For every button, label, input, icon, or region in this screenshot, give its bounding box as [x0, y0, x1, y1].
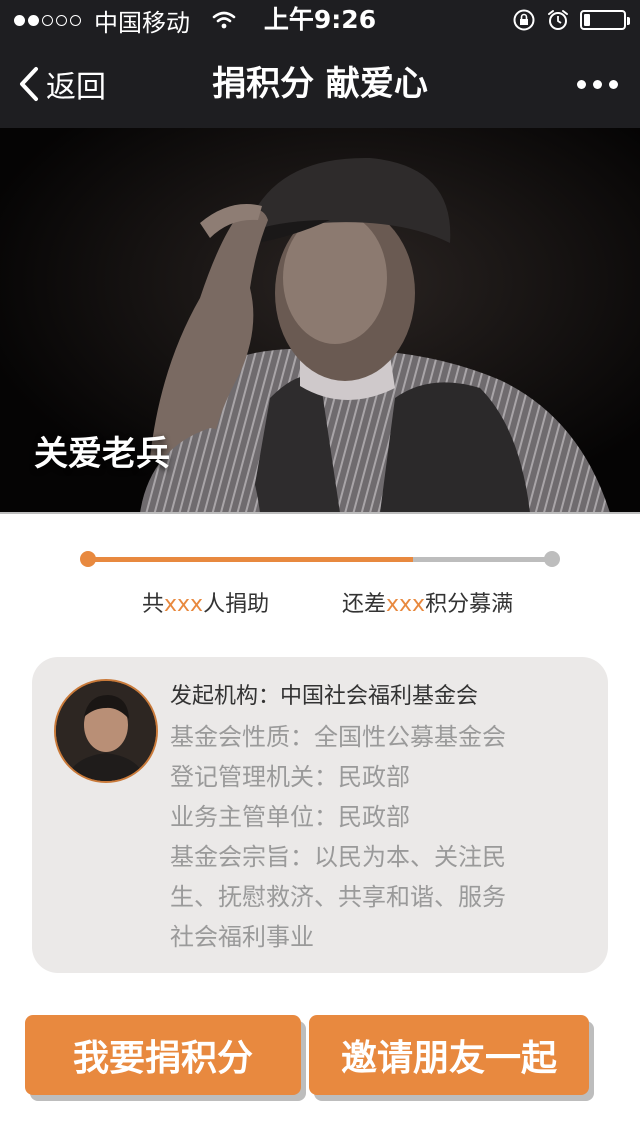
remaining-prefix: 还差 — [342, 592, 387, 617]
organization-card: 发起机构：中国社会福利基金会 基金会性质：全国性公募基金会 登记管理机关：民政部… — [32, 657, 608, 973]
donate-points-button[interactable]: 我要捐积分 — [25, 1015, 301, 1095]
progress-start-knob — [80, 551, 96, 567]
battery-icon — [580, 10, 630, 30]
page-title: 捐积分 献爱心 — [212, 64, 428, 104]
remaining-value: xxx — [386, 592, 426, 617]
remaining-suffix: 积分募满 — [425, 592, 514, 617]
progress-end-knob — [544, 551, 560, 567]
org-mission-line-2: 生、抚慰救济、共享和谐、服务 — [170, 883, 506, 911]
hero-caption: 关爱老兵 — [34, 434, 170, 474]
invite-friends-button[interactable]: 邀请朋友一起 — [309, 1015, 589, 1095]
donor-count-prefix: 共 — [142, 592, 165, 617]
avatar — [54, 679, 158, 783]
more-dots-icon[interactable] — [570, 40, 618, 128]
donor-count-value: xxx — [164, 592, 204, 617]
org-founder: 发起机构：中国社会福利基金会 — [170, 684, 479, 709]
progress-fill — [88, 557, 413, 562]
remaining-points: 还差xxx积分募满 — [342, 586, 513, 618]
hero-divider — [0, 512, 640, 514]
org-supervisor: 业务主管单位：民政部 — [170, 803, 410, 831]
org-registration: 登记管理机关：民政部 — [170, 763, 410, 791]
hero-image: 关爱老兵 — [0, 128, 640, 513]
alarm-clock-icon — [546, 8, 570, 32]
status-bar: 中国移动 上午9:26 — [0, 0, 640, 40]
nav-bar: 返回 捐积分 献爱心 — [0, 40, 640, 128]
donation-progress-bar — [88, 557, 552, 562]
donor-count-suffix: 人捐助 — [203, 592, 270, 617]
org-mission-line-1: 基金会宗旨：以民为本、关注民 — [170, 843, 506, 871]
org-mission-line-3: 社会福利事业 — [170, 923, 314, 951]
rotation-lock-icon — [512, 8, 536, 32]
status-right — [502, 0, 630, 40]
donor-count: 共xxx人捐助 — [142, 586, 269, 618]
organization-info: 发起机构：中国社会福利基金会 基金会性质：全国性公募基金会 登记管理机关：民政部… — [170, 677, 570, 957]
org-nature: 基金会性质：全国性公募基金会 — [170, 723, 506, 751]
